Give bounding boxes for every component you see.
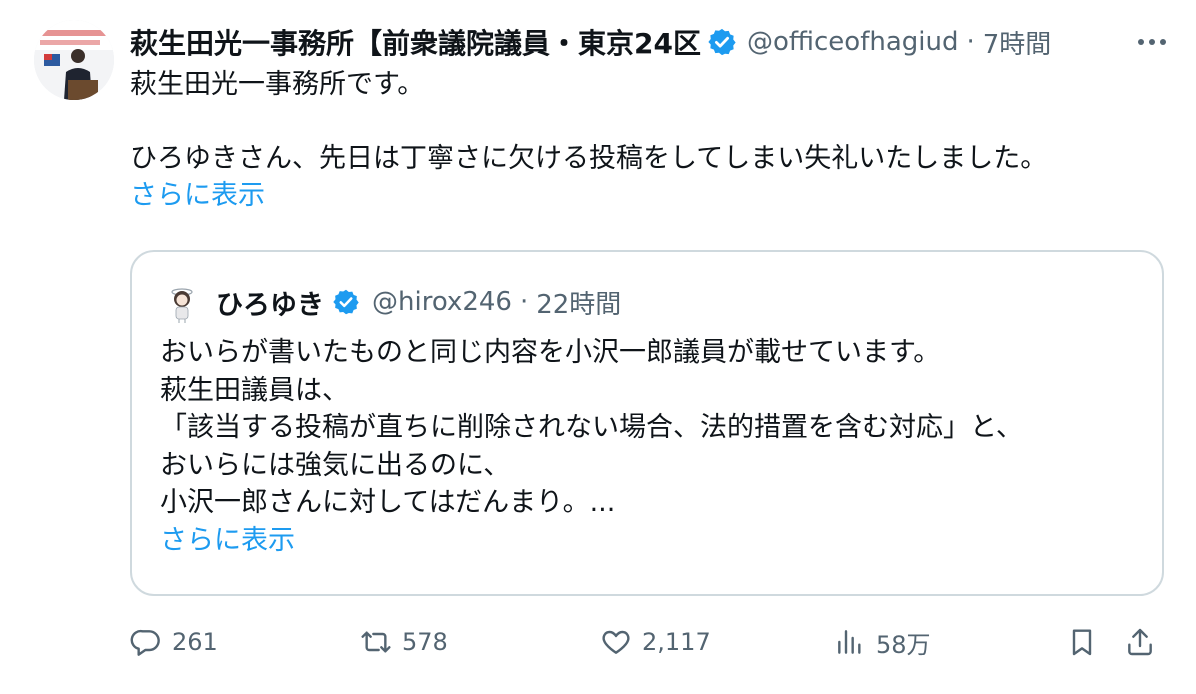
verified-badge-icon <box>708 28 736 56</box>
retweet-count: 578 <box>402 628 448 656</box>
dot <box>1160 39 1166 45</box>
reply-button[interactable]: 261 <box>130 626 218 658</box>
more-dots-icon[interactable] <box>1132 35 1172 49</box>
tweet-text-line: ひろゆきさん、先日は丁寧さに欠ける投稿をしてしまい失礼いたしました。 <box>130 143 1048 174</box>
views-count: 58万 <box>876 630 931 659</box>
quoted-tweet-text: おいらが書いたものと同じ内容を小沢一郎議員が載せています。 萩生田議員は、 「該… <box>160 334 1162 559</box>
quoted-author-handle[interactable]: @hirox246 <box>372 287 512 317</box>
show-more-link[interactable]: さらに表示 <box>130 177 265 214</box>
quoted-text-line: 「該当する投稿が直ちに削除されない場合、法的措置を含む対応」と、 <box>160 412 1023 443</box>
dot <box>1149 39 1155 45</box>
dot <box>1138 39 1144 45</box>
retweet-icon <box>361 631 391 653</box>
reply-icon <box>130 629 160 656</box>
share-button[interactable] <box>1124 626 1166 658</box>
tweet-text: 萩生田光一事務所です。 ひろゆきさん、先日は丁寧さに欠ける投稿をしてしまい失礼い… <box>130 66 1170 214</box>
views-button[interactable]: 58万 <box>834 625 931 660</box>
quoted-show-more-link[interactable]: さらに表示 <box>160 522 295 560</box>
quoted-text-line: おいらには強気に出るのに、 <box>160 449 511 481</box>
quoted-text-line: 萩生田議員は、 <box>160 374 349 406</box>
action-bar: 261 578 2,117 58万 <box>130 618 1166 666</box>
quoted-tweet-header: ひろゆき @hirox246 · 22時間 <box>160 280 1162 324</box>
views-chart-icon <box>838 630 861 654</box>
like-button[interactable]: 2,117 <box>600 626 711 658</box>
heart-icon <box>602 630 630 654</box>
author-handle[interactable]: @officeofhagiud <box>747 27 959 57</box>
separator-dot: · <box>966 27 975 57</box>
bookmark-button[interactable] <box>1066 626 1108 658</box>
quoted-author-name[interactable]: ひろゆき <box>216 283 324 322</box>
quoted-tweet[interactable]: ひろゆき @hirox246 · 22時間 おいらが書いたものと同じ内容を小沢一… <box>130 250 1164 596</box>
tweet-text-line: 萩生田光一事務所です。 <box>130 69 425 100</box>
quoted-avatar[interactable] <box>160 280 204 324</box>
like-count: 2,117 <box>642 628 711 656</box>
quoted-text-line: 小沢一郎さんに対してはだんまり。... <box>160 487 616 518</box>
share-icon <box>1128 628 1152 656</box>
verified-badge-icon <box>333 289 359 315</box>
quoted-tweet-timestamp[interactable]: 22時間 <box>536 284 621 321</box>
separator-dot: · <box>519 287 529 317</box>
avatar[interactable] <box>34 20 114 100</box>
reply-count: 261 <box>172 628 218 656</box>
quoted-avatar-illustration-icon <box>160 280 204 324</box>
quoted-text-line: おいらが書いたものと同じ内容を小沢一郎議員が載せています。 <box>160 337 941 368</box>
retweet-button[interactable]: 578 <box>360 626 448 658</box>
tweet-timestamp[interactable]: 7時間 <box>983 24 1052 61</box>
tweet-header: 萩生田光一事務所【前衆議院議員・東京24区 @officeofhagiud · … <box>130 20 1172 64</box>
avatar-photo-icon <box>34 20 114 100</box>
author-name[interactable]: 萩生田光一事務所【前衆議院議員・東京24区 <box>130 22 701 62</box>
bookmark-icon <box>1072 629 1092 656</box>
